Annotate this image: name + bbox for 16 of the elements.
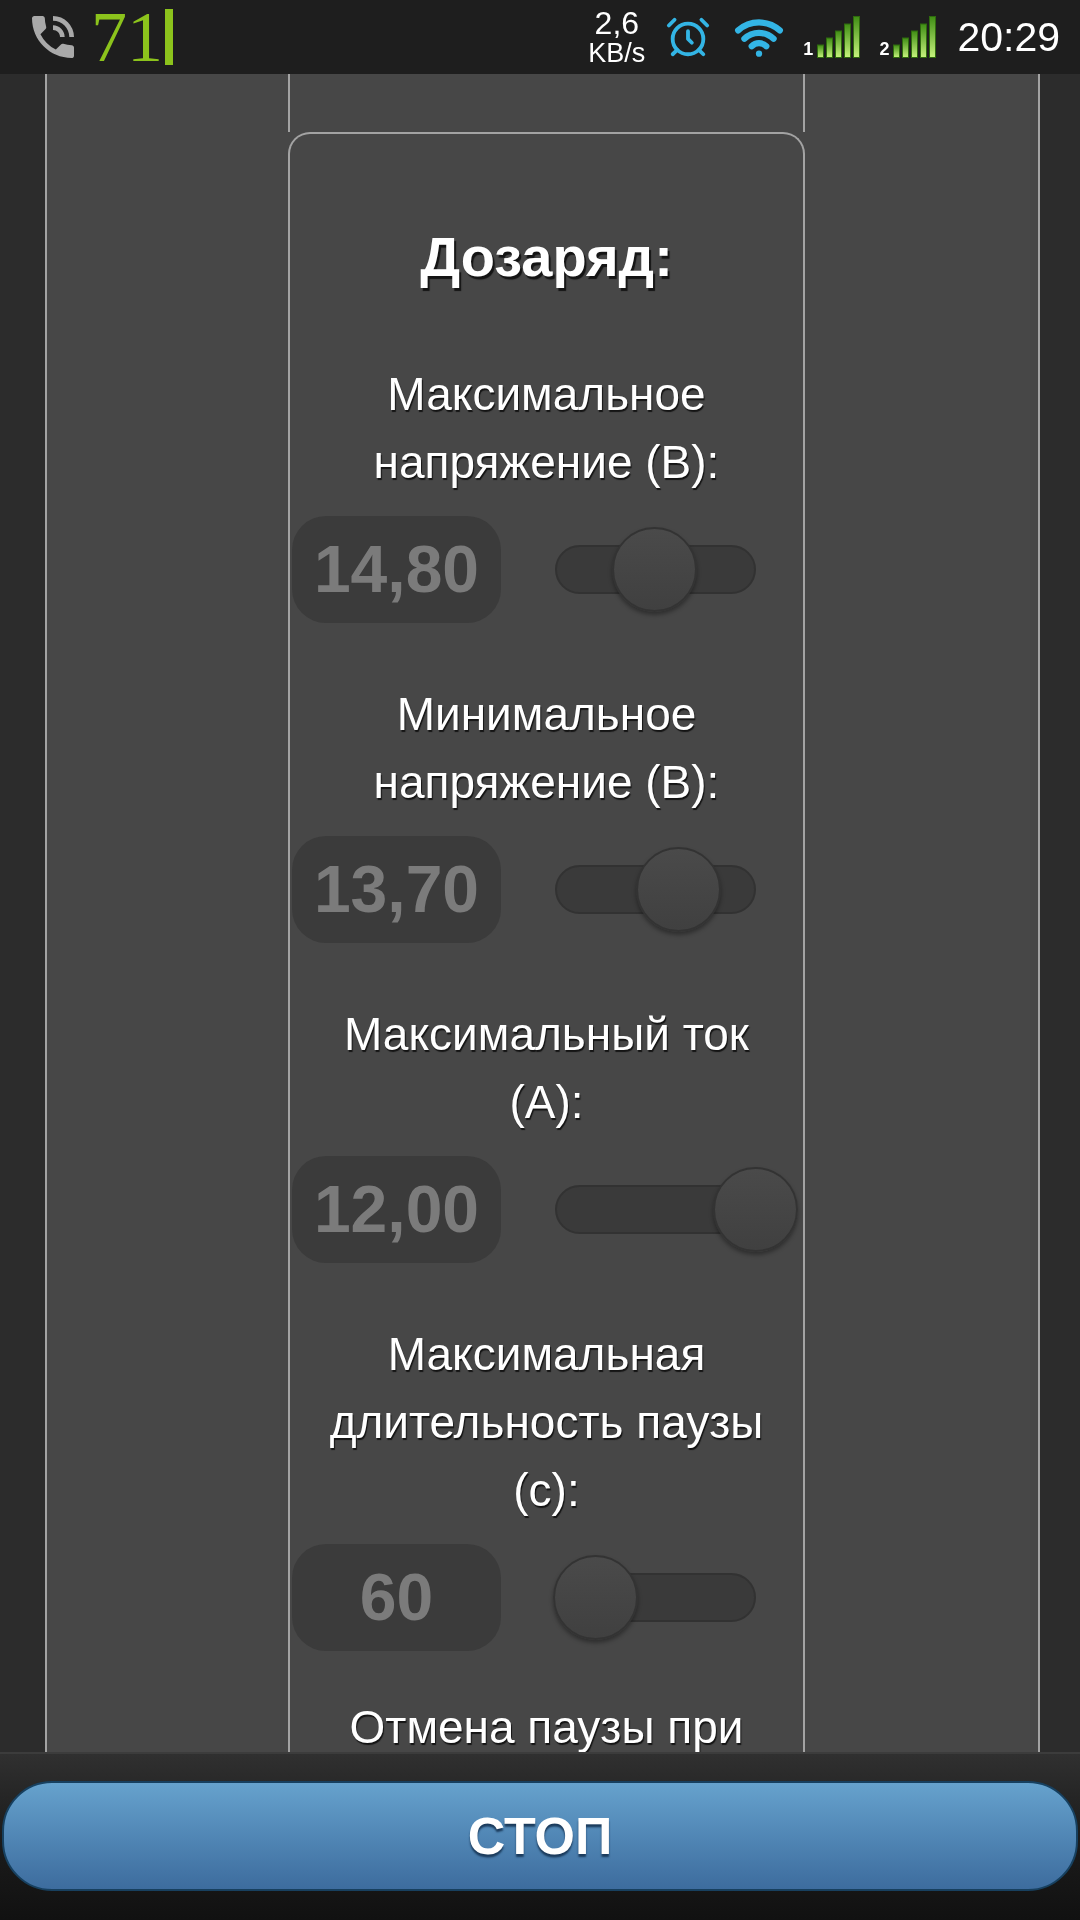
- slider[interactable]: [553, 1167, 798, 1252]
- data-rate-unit: KB/s: [588, 39, 646, 67]
- setting-label: Максимальный ток (А):: [343, 1007, 750, 1130]
- setting-label: Максимальная длительность паузы (с):: [328, 1327, 765, 1518]
- card-title: Дозаряд:: [420, 224, 673, 290]
- sim-slot-label: 1: [803, 40, 814, 58]
- clock-time: 20:29: [957, 15, 1060, 59]
- setting-label: Максимальное напряжение (В):: [372, 367, 721, 490]
- notification-text: 71: [91, 7, 163, 67]
- signal-bars-icon: [893, 16, 938, 58]
- setting-label: Минимальное напряжение (В):: [372, 687, 721, 810]
- stop-button[interactable]: СТОП: [2, 1781, 1078, 1891]
- data-rate-value: 2,6: [594, 7, 640, 39]
- signal-bars-icon: [817, 16, 862, 58]
- bar-icon: [165, 9, 173, 65]
- sim-slot-label: 2: [879, 40, 890, 58]
